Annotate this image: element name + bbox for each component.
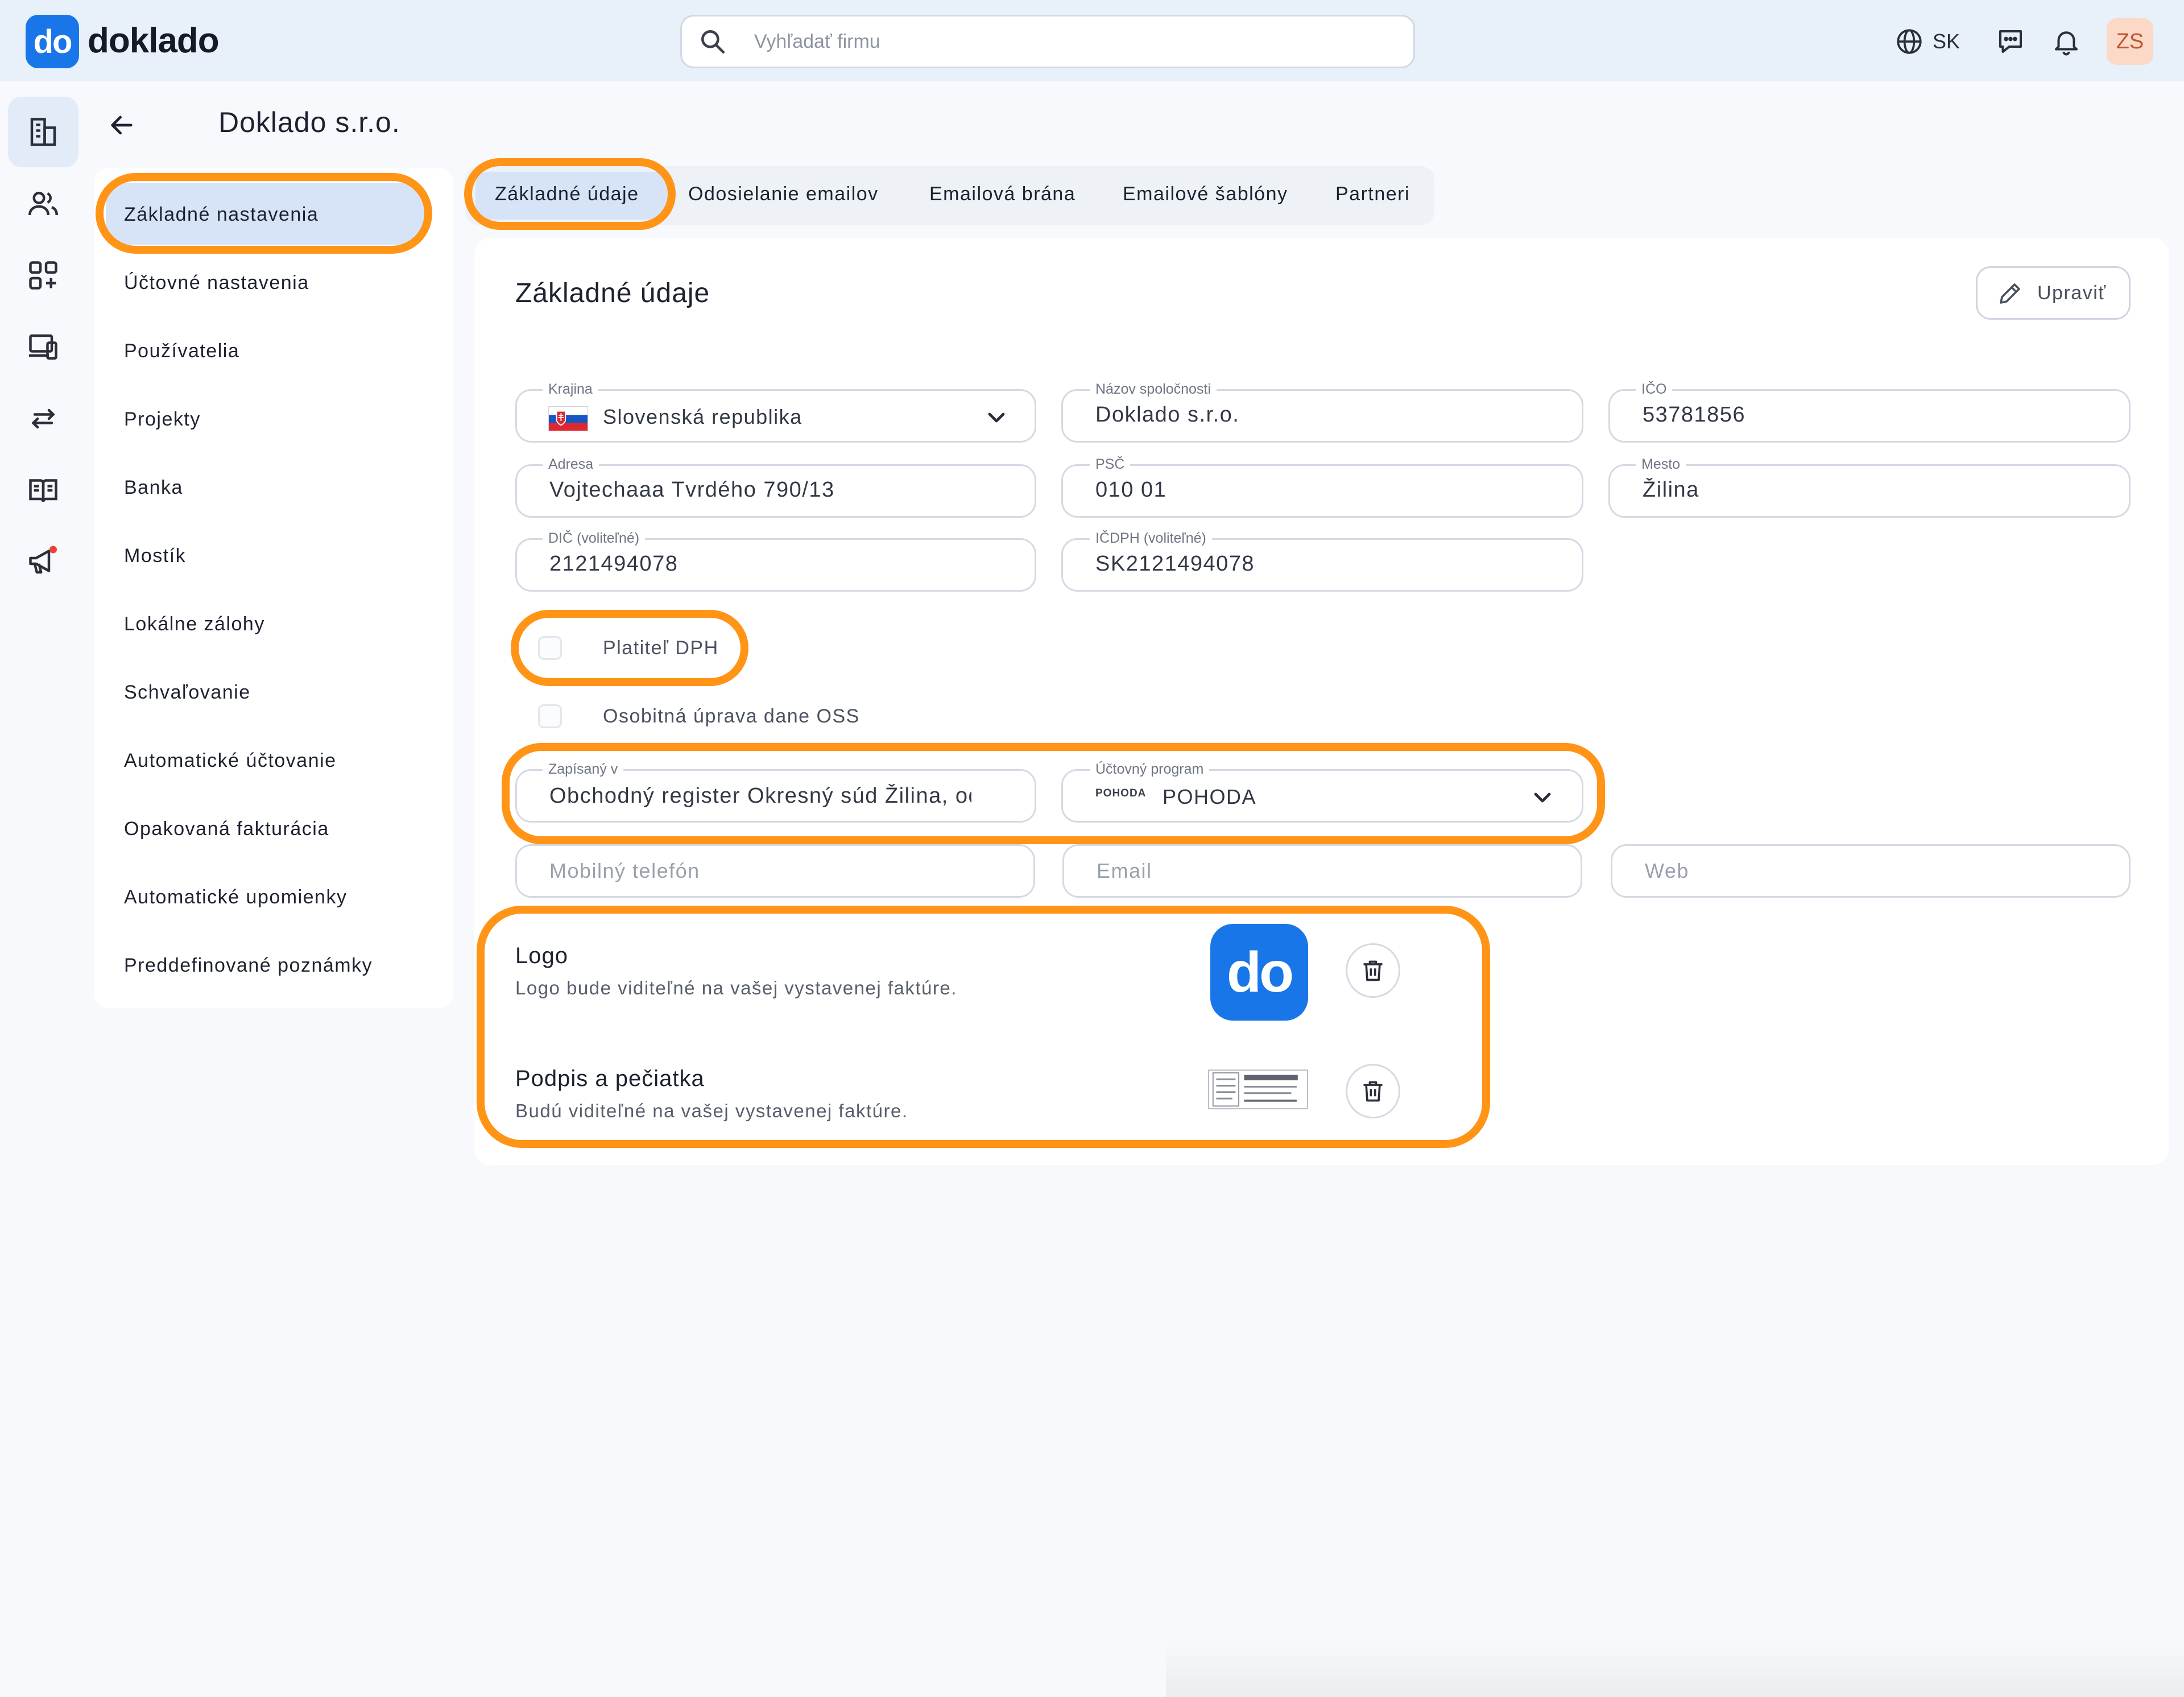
pencil-icon [2000, 283, 2020, 304]
slovakia-flag-icon [548, 406, 588, 431]
section-title: Základné údaje [515, 278, 710, 308]
apps-icon[interactable] [26, 258, 60, 292]
logo-title: Logo [515, 943, 568, 968]
globe-icon[interactable] [1895, 27, 1924, 56]
tab-emailove-sablony[interactable]: Emailové šablóny [1123, 183, 1288, 205]
sidebar-item-opakovana-fakturacia[interactable]: Opakovaná fakturácia [124, 818, 329, 840]
company-icon[interactable] [26, 115, 60, 149]
avatar[interactable]: ZS [2107, 18, 2153, 65]
oss-checkbox[interactable] [538, 704, 562, 728]
tab-odosielanie-emailov[interactable]: Odosielanie emailov [688, 183, 879, 205]
sidebar-item-pouzivatelia[interactable]: Používatelia [124, 340, 239, 362]
pohoda-logo: POHODA [1095, 787, 1147, 799]
signature-title: Podpis a pečiatka [515, 1066, 705, 1091]
logo-subtitle: Logo bude viditeľné na vašej vystavenej … [515, 977, 957, 998]
page-title: Doklado s.r.o. [218, 106, 400, 138]
sidebar-item-zakladne-nastavenia[interactable]: Základné nastavenia [124, 204, 318, 226]
company-logo-image: do [1210, 924, 1308, 1021]
users-icon[interactable] [26, 187, 60, 221]
back-arrow-icon[interactable] [106, 109, 138, 141]
devices-icon[interactable] [26, 330, 60, 364]
trash-icon [1363, 1081, 1383, 1102]
mobile-placeholder: Mobilný telefón [549, 859, 700, 882]
trash-icon [1363, 960, 1383, 981]
registered-in-value: Obchodný register Okresný súd Žilina, od… [549, 784, 971, 808]
oss-label: Osobitná úprava dane OSS [603, 705, 860, 727]
language-selector[interactable]: SK [1933, 30, 1960, 53]
chevron-down-icon [1534, 792, 1551, 803]
address-value: Vojtechaaa Tvrdého 790/13 [549, 478, 835, 502]
dic-label: DIČ (voliteľné) [543, 530, 646, 547]
settings-sidebar [94, 168, 453, 1008]
megaphone-icon[interactable] [26, 544, 60, 578]
city-label: Mesto [1636, 456, 1686, 473]
signature-stamp-image [1208, 1070, 1308, 1109]
sidebar-item-uctovne-nastavenia[interactable]: Účtovné nastavenia [124, 272, 309, 294]
sidebar-item-schvalovanie[interactable]: Schvaľovanie [124, 682, 251, 704]
sidebar-item-automaticke-upomienky[interactable]: Automatické upomienky [124, 886, 347, 909]
icdph-value: SK2121494078 [1095, 552, 1255, 576]
city-value: Žilina [1643, 478, 1699, 502]
book-icon[interactable] [26, 473, 60, 507]
tab-partneri[interactable]: Partneri [1335, 183, 1410, 205]
ico-value: 53781856 [1643, 403, 1746, 427]
dic-value: 2121494078 [549, 552, 679, 576]
company-name-value: Doklado s.r.o. [1095, 403, 1240, 427]
bell-icon[interactable] [2051, 26, 2082, 57]
email-placeholder: Email [1097, 859, 1152, 882]
sidebar-item-preddefinovane-poznamky[interactable]: Preddefinované poznámky [124, 955, 373, 977]
vat-payer-checkbox[interactable] [538, 636, 562, 660]
tab-emailova-brana[interactable]: Emailová brána [929, 183, 1076, 205]
accounting-program-value: POHODA [1163, 785, 1257, 808]
country-value: Slovenská republika [603, 405, 803, 428]
sidebar-item-automaticke-uctovanie[interactable]: Automatické účtovanie [124, 750, 337, 772]
brand-name[interactable]: doklado [88, 20, 220, 61]
vat-payer-label: Platiteľ DPH [603, 637, 719, 659]
chevron-down-icon [988, 412, 1005, 423]
psc-value: 010 01 [1095, 478, 1167, 502]
search-placeholder: Vyhľadať firmu [754, 31, 880, 52]
sidebar-item-projekty[interactable]: Projekty [124, 408, 201, 431]
ico-label: IČO [1636, 381, 1673, 398]
signature-subtitle: Budú viditeľné na vašej vystavenej faktú… [515, 1100, 908, 1121]
edit-button-label: Upraviť [2037, 282, 2107, 304]
transfer-icon[interactable] [26, 402, 60, 436]
bottom-shadow [1166, 1638, 2184, 1697]
company-name-label: Názov spoločnosti [1090, 381, 1217, 398]
accounting-program-label: Účtovný program [1090, 761, 1210, 778]
tab-zakladne-udaje[interactable]: Základné údaje [495, 183, 639, 205]
registered-in-label: Zapísaný v [543, 761, 624, 778]
icdph-label: IČDPH (voliteľné) [1090, 530, 1212, 547]
web-placeholder: Web [1645, 859, 1689, 882]
psc-label: PSČ [1090, 456, 1131, 473]
sidebar-item-lokalne-zalohy[interactable]: Lokálne zálohy [124, 613, 265, 635]
country-label: Krajina [543, 381, 598, 398]
search-icon [701, 30, 725, 54]
sidebar-item-banka[interactable]: Banka [124, 477, 183, 499]
sidebar-item-mostik[interactable]: Mostík [124, 545, 186, 567]
address-label: Adresa [543, 456, 599, 473]
brand-logo-badge[interactable]: do [26, 15, 79, 68]
chat-icon[interactable] [1995, 26, 2026, 57]
